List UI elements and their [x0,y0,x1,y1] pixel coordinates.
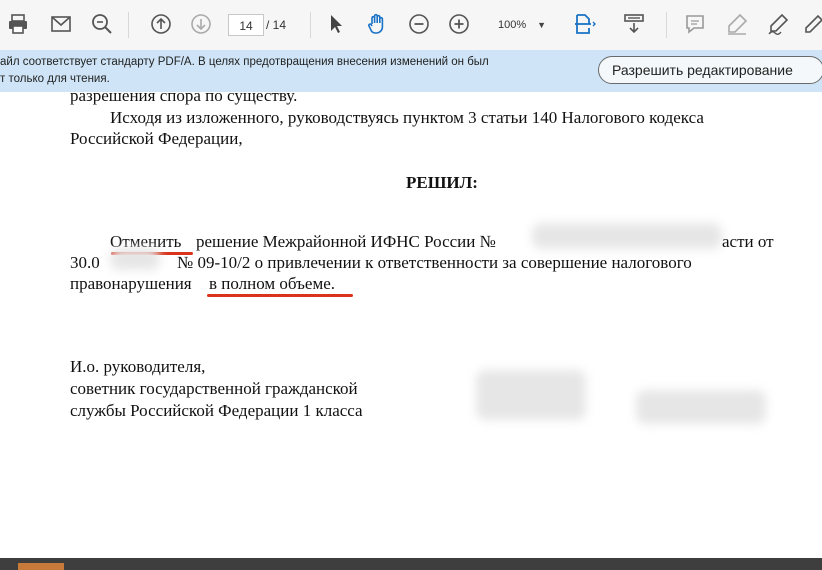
bottom-status-bar [0,558,822,570]
doc-res-line3-start: правонарушения [70,274,192,293]
banner-message: айл соответствует стандарту PDF/A. В цел… [0,54,580,88]
zoom-search-icon[interactable] [88,10,116,38]
taskbar-accent [18,563,64,570]
sign-icon[interactable] [764,10,792,38]
doc-para1-line1: Исходя из изложенного, руководствуясь пу… [110,108,704,127]
banner-message-line1: айл соответствует стандарту PDF/A. В цел… [0,56,489,68]
scroll-mode-icon[interactable] [620,10,648,38]
chevron-down-icon: ▼ [537,20,546,30]
doc-res-line2-start: 30.0 [70,253,100,272]
fit-page-icon[interactable] [570,10,598,38]
redaction-blur [110,248,160,270]
name-redaction [636,390,766,424]
banner-message-line2: т только для чтения. [0,73,110,85]
doc-res-line2: № 09-10/2 о привлечении к ответственност… [177,253,692,272]
signature-redaction [476,370,586,420]
zoom-value: 100% [498,19,527,31]
enable-editing-button[interactable]: Разрешить редактирование [598,56,822,84]
doc-line-top: разрешения спора по существу. [70,92,298,105]
comment-icon[interactable] [681,10,709,38]
zoom-out-icon[interactable] [405,10,433,38]
mail-icon[interactable] [47,10,75,38]
pdfa-info-banner: айл соответствует стандарту PDF/A. В цел… [0,50,822,92]
redaction-blur [532,223,722,249]
toolbar: 14 / 14 100% ▼ [0,0,822,51]
page-total: / 14 [266,18,287,32]
page-up-icon[interactable] [147,10,175,38]
hand-icon[interactable] [363,10,391,38]
signature-title-2: советник государственной гражданской [70,379,358,398]
print-icon[interactable] [4,10,32,38]
highlight-pen-icon[interactable] [723,10,751,38]
signature-title-1: И.о. руководителя, [70,357,206,376]
select-arrow-icon[interactable] [322,10,350,38]
page-number-input[interactable]: 14 [228,14,264,36]
page-down-icon[interactable] [187,10,215,38]
doc-para1-line2: Российской Федерации, [70,129,243,148]
document-page: разрешения спора по существу. Исходя из … [0,92,822,558]
zoom-in-icon[interactable] [445,10,473,38]
doc-res-line1: решение Межрайонной ИФНС России № [196,232,496,251]
more-icon[interactable] [800,10,822,38]
doc-res-line3-end: в полном объеме. [209,274,336,293]
red-underline [207,294,353,297]
zoom-select[interactable]: 100% ▼ [490,14,552,36]
doc-heading: РЕШИЛ: [406,173,478,192]
signature-title-3: службы Российской Федерации 1 класса [70,401,363,420]
doc-res-line1-end: асти от [722,232,774,251]
